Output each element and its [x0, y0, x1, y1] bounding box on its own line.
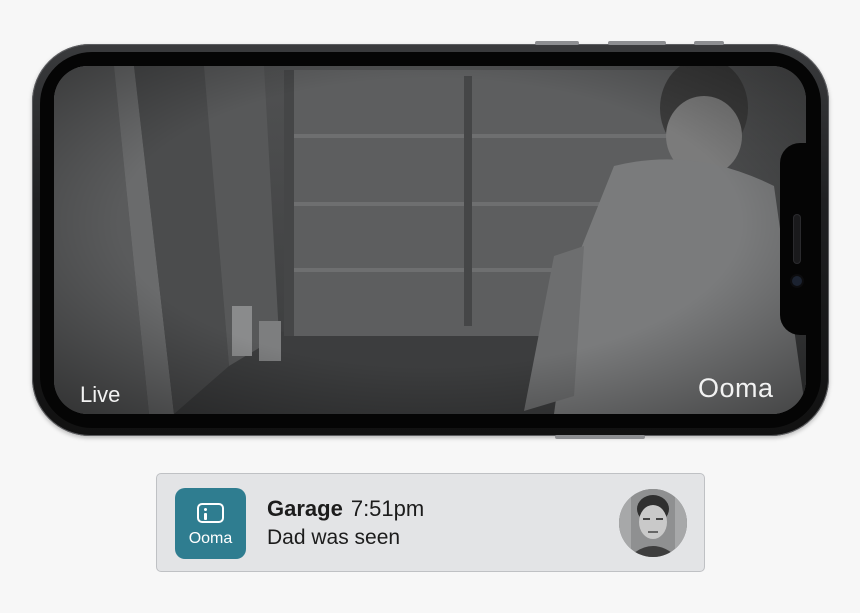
camera-feed[interactable]	[54, 66, 806, 414]
notification-card[interactable]: Ooma Garage 7:51pm Dad was seen	[156, 473, 705, 572]
camera-feed-image	[54, 66, 806, 414]
mute-switch	[694, 41, 724, 45]
earpiece-speaker	[793, 214, 801, 264]
notification-time: 7:51pm	[350, 496, 425, 521]
app-icon: Ooma	[175, 488, 246, 559]
person-face-icon	[619, 489, 687, 557]
camera-icon	[197, 503, 224, 523]
live-status-label: Live	[80, 382, 121, 407]
front-camera-icon	[792, 276, 802, 286]
power-button	[555, 435, 645, 439]
notification-message: Dad was seen	[267, 526, 401, 549]
volume-down-button	[608, 41, 666, 45]
brand-watermark: Ooma	[698, 373, 774, 403]
app-name: Ooma	[188, 530, 233, 547]
notification-location: Garage	[267, 496, 343, 521]
avatar	[619, 489, 687, 557]
volume-up-button	[535, 41, 579, 45]
notification-title: Garage 7:51pm	[267, 496, 424, 522]
